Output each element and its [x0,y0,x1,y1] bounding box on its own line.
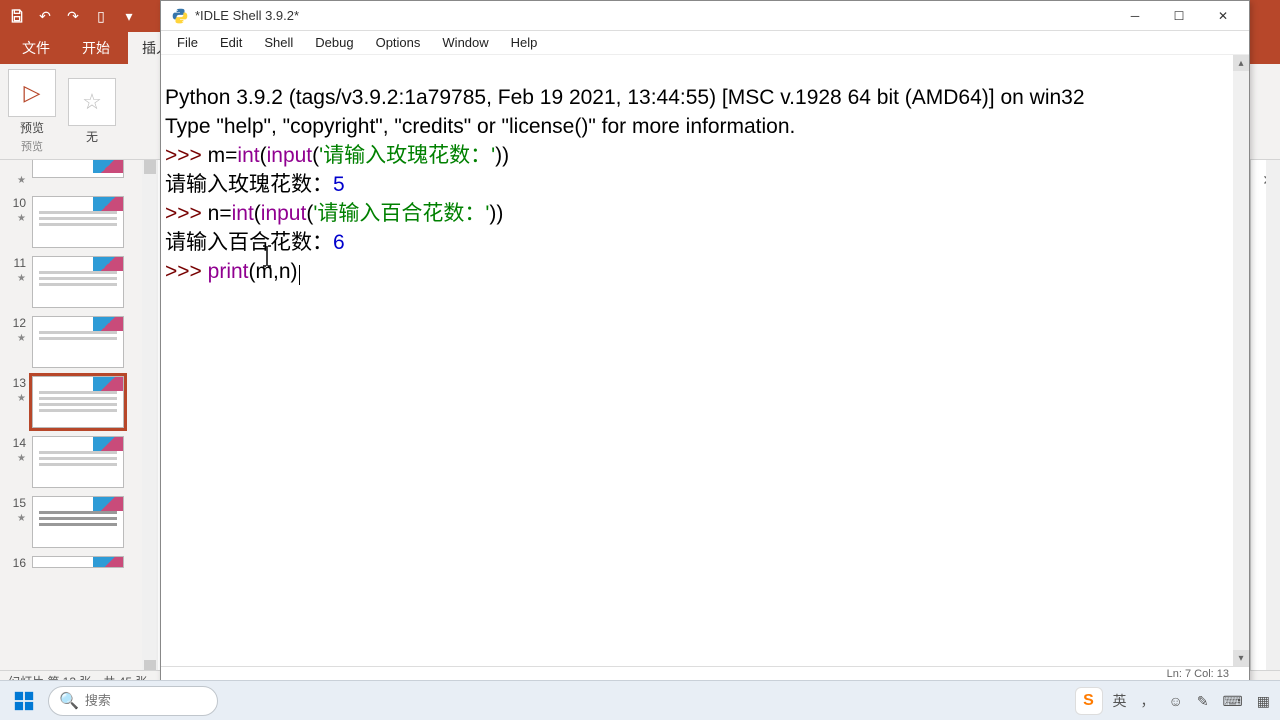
python-icon [171,7,189,25]
ppt-right-pane: ✕ [1250,160,1280,674]
shell-output[interactable]: Python 3.9.2 (tags/v3.9.2:1a79785, Feb 1… [161,55,1249,289]
tool-preview[interactable]: ▷ 预览 预览 [8,69,56,154]
menu-edit[interactable]: Edit [210,33,252,52]
search-icon: 🔍 [59,691,79,711]
idle-shell-window: *IDLE Shell 3.9.2* ─ ☐ ✕ File Edit Shell… [160,0,1250,685]
close-button[interactable]: ✕ [1201,2,1245,30]
tool-label: 无 [86,128,98,145]
tab-start[interactable]: 开始 [68,32,124,64]
ppt-slide-panel: 9★ 10★ 11★ 12★ 13★ 14★ 15★ 16 [0,160,158,674]
ime-language[interactable]: 英 [1109,691,1131,711]
prompt: >>> [165,260,208,283]
dropdown-icon[interactable]: ▾ [118,5,140,27]
menu-window[interactable]: Window [432,33,498,52]
ime-sogou-icon[interactable]: S [1075,687,1103,715]
menu-file[interactable]: File [167,33,208,52]
stdout-line: 请输入百合花数： [165,231,333,254]
menu-shell[interactable]: Shell [254,33,303,52]
maximize-button[interactable]: ☐ [1157,2,1201,30]
window-title: *IDLE Shell 3.9.2* [195,8,1113,23]
tab-file[interactable]: 文件 [8,32,64,64]
taskbar-search[interactable]: 🔍 [48,686,218,716]
slideshow-icon[interactable]: ▯ [90,5,112,27]
tool-label: 预览 [20,119,44,136]
slide-thumb[interactable] [32,256,124,308]
grid-icon[interactable]: ▦ [1253,693,1274,710]
redo-icon[interactable]: ↷ [62,5,84,27]
tool-none[interactable]: ☆ 无 [68,78,116,145]
slide-thumb[interactable] [32,160,124,178]
search-input[interactable] [85,693,205,708]
prompt: >>> [165,144,208,167]
ime-separator: ， [1137,691,1159,711]
slide-panel-scrollbar[interactable] [142,160,158,674]
cursor-position: Ln: 7 Col: 13 [1167,668,1229,680]
stdout-line: 请输入玫瑰花数： [165,173,333,196]
undo-icon[interactable]: ↶ [34,5,56,27]
prompt: >>> [165,202,208,225]
vertical-scrollbar[interactable] [1266,160,1280,674]
slide-thumb[interactable] [32,496,124,548]
system-tray: S 英 ， ☺ ✎ ⌨ ▦ [1075,685,1274,717]
banner-line: Type "help", "copyright", "credits" or "… [165,115,795,138]
idle-titlebar[interactable]: *IDLE Shell 3.9.2* ─ ☐ ✕ [161,1,1249,31]
edit-icon[interactable]: ✎ [1193,693,1213,710]
slide-thumb[interactable] [32,316,124,368]
save-icon[interactable] [6,5,28,27]
slide-thumb-selected[interactable] [32,376,124,428]
start-button[interactable] [6,686,42,716]
tool-sublabel: 预览 [21,138,43,154]
scroll-down-icon[interactable]: ▾ [1233,650,1249,666]
slide-thumb[interactable] [32,436,124,488]
text-cursor [299,265,300,285]
menu-debug[interactable]: Debug [305,33,363,52]
idle-menubar: File Edit Shell Debug Options Window Hel… [161,31,1249,55]
idle-vertical-scrollbar[interactable]: ▴ ▾ [1233,55,1249,666]
slide-thumb[interactable] [32,196,124,248]
slide-thumb[interactable] [32,556,124,568]
play-icon: ▷ [8,69,56,117]
user-input: 6 [333,231,345,254]
emoji-icon[interactable]: ☺ [1165,693,1187,709]
idle-text-area[interactable]: Python 3.9.2 (tags/v3.9.2:1a79785, Feb 1… [161,55,1249,666]
scroll-up-icon[interactable]: ▴ [1233,55,1249,71]
minimize-button[interactable]: ─ [1113,2,1157,30]
menu-help[interactable]: Help [501,33,548,52]
star-icon: ☆ [68,78,116,126]
banner-line: Python 3.9.2 (tags/v3.9.2:1a79785, Feb 1… [165,86,1085,109]
menu-options[interactable]: Options [366,33,431,52]
user-input: 5 [333,173,345,196]
keyboard-icon[interactable]: ⌨ [1219,693,1247,710]
windows-taskbar: 🔍 S 英 ， ☺ ✎ ⌨ ▦ [0,680,1280,720]
